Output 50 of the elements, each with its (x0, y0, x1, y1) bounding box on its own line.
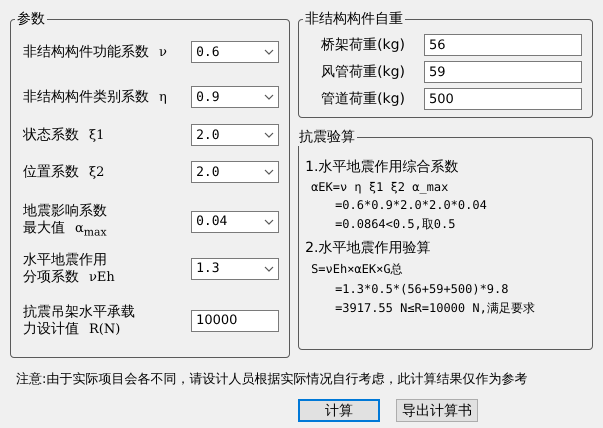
dropdown[interactable]: 0.04 (191, 210, 280, 233)
symbol-label: ξ1 (89, 126, 104, 144)
symbol-label: η (159, 88, 167, 106)
dropdown[interactable]: 0.9 (191, 86, 280, 108)
group-title: 非结构构件自重 (304, 10, 404, 28)
symbol-label: R(N) (89, 320, 120, 338)
input-field[interactable]: 56 (424, 34, 582, 56)
formula-line: =3917.55 N≤R=10000 N,满足要求 (334, 300, 536, 317)
dropdown[interactable]: 1.3 (191, 258, 280, 280)
formula-line: =0.0864<0.5,取0.5 (334, 216, 456, 233)
field-label: 管道荷重(kg) (321, 90, 405, 108)
formula-line: S=νEh×αEK×G总 (310, 261, 404, 278)
field-label: 非结构构件功能系数 (23, 44, 149, 60)
group-title: 抗震验算 (298, 128, 356, 146)
chevron-down-icon (264, 218, 274, 225)
formula-line: αEK=ν η ξ1 ξ2 α_max (310, 180, 450, 194)
dropdown[interactable]: 2.0 (191, 161, 280, 183)
chevron-down-icon (264, 169, 274, 175)
dropdown[interactable]: 0.6 (191, 41, 280, 63)
chevron-down-icon (264, 266, 274, 272)
field-label: 位置系数 (23, 164, 79, 180)
symbol-label: νEh (89, 268, 115, 286)
formula-line: =1.3*0.5*(56+59+500)*9.8 (334, 282, 510, 296)
field-label: 最大值 (23, 220, 65, 237)
input-field[interactable]: 500 (424, 88, 582, 110)
export-button[interactable]: 导出计算书 (396, 399, 478, 422)
field-label: 状态系数 (23, 126, 79, 144)
input-field[interactable]: 59 (424, 61, 582, 83)
field-label: 地震影响系数 (23, 203, 107, 220)
symbol-label: α$_{max}$ (75, 220, 107, 241)
field-label: 风管荷重(kg) (321, 63, 405, 81)
field-label: 抗震吊架水平承载 (23, 304, 135, 321)
group-title: 参数 (16, 10, 46, 28)
chevron-down-icon (264, 49, 274, 55)
field-label: 桥架荷重(kg) (321, 36, 405, 54)
field-label: 非结构构件类别系数 (23, 88, 149, 106)
input-field[interactable]: 10000 (191, 310, 280, 332)
symbol-label: ν (159, 44, 167, 60)
field-label: 水平地震作用 (23, 252, 108, 269)
note-text: 注意:由于实际项目会各不同，请设计人员根据实际情况自行考虑，此计算结果仅作为参考 (16, 371, 528, 388)
symbol-label: ξ2 (89, 164, 104, 180)
chevron-down-icon (264, 132, 274, 138)
field-label: 分项系数 (23, 268, 79, 286)
chevron-down-icon (264, 94, 274, 100)
calculate-button[interactable]: 计算 (298, 399, 380, 422)
section-heading: 2.水平地震作用验算 (305, 239, 432, 257)
formula-line: =0.6*0.9*2.0*2.0*0.04 (334, 198, 488, 212)
field-label: 力设计值 (23, 320, 79, 338)
dropdown[interactable]: 2.0 (191, 124, 280, 146)
section-heading: 1.水平地震作用综合系数 (305, 158, 460, 176)
